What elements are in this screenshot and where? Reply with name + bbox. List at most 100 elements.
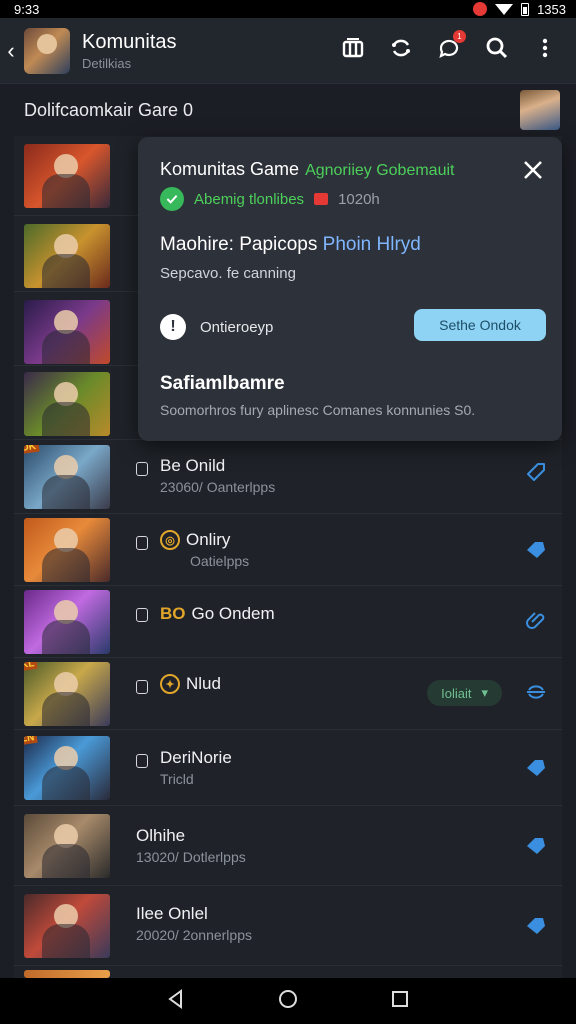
- popup-title: Komunitas Game Agnoriiey Gobemauit: [160, 159, 454, 180]
- back-arrow-icon[interactable]: ‹: [2, 38, 20, 64]
- list-item[interactable]: KL ✦ Nlud Ioliait ▾: [14, 658, 562, 730]
- status-time: 9:33: [14, 1, 40, 17]
- row-title: ✦ Nlud: [160, 674, 221, 694]
- popup-title-accent: Agnoriiey Gobemauit: [305, 162, 455, 179]
- game-thumbnail: [24, 144, 110, 208]
- status-icons: 1353: [473, 2, 566, 17]
- row-title: Be Onild: [160, 456, 226, 475]
- refresh-icon[interactable]: [388, 35, 414, 61]
- list-item[interactable]: ◎ Onliry Oatielpps: [14, 514, 562, 586]
- more-vert-icon[interactable]: [532, 35, 558, 61]
- attach-icon[interactable]: [524, 608, 548, 632]
- popup-info: ! Ontieroeyp: [160, 314, 273, 340]
- chat-badge: 1: [453, 30, 466, 43]
- row-text: ◎ Onliry Oatielpps: [160, 530, 249, 569]
- row-title: BO Go Ondem: [160, 604, 275, 624]
- list-item[interactable]: Olhihe 13020/ Dotlerlpps: [14, 806, 562, 886]
- popup-section-description: Soomorhros fury aplinesc Comanes konnuni…: [160, 402, 476, 418]
- popup-status: Abemig tlonlibes 1020h: [160, 187, 380, 211]
- row-checkbox[interactable]: [136, 754, 148, 768]
- row-subtitle: Tricld: [160, 771, 194, 787]
- row-title-text: Go Ondem: [191, 604, 275, 623]
- row-title: ◎ Onliry: [160, 530, 249, 550]
- heading-text: Maohire: Papicops: [160, 234, 318, 255]
- row-title-text: Onliry: [186, 530, 231, 549]
- thumbnail-tag: OK: [24, 445, 40, 455]
- status-count: 1020h: [338, 190, 380, 208]
- app-actions: 1: [340, 30, 558, 61]
- nav-recents-icon[interactable]: [389, 988, 411, 1015]
- game-thumbnail: [24, 814, 110, 878]
- section-title: Dolifcaomkair Gare 0: [24, 99, 194, 120]
- tag-filled-icon[interactable]: [524, 756, 548, 780]
- row-text: Be Onild 23060/ Oanterlpps: [160, 456, 275, 495]
- tag-filled-icon[interactable]: [524, 538, 548, 562]
- row-title: Olhihe: [136, 826, 186, 845]
- row-title: Ilee Onlel: [136, 904, 208, 923]
- row-title-text: Nlud: [186, 674, 221, 693]
- flag-icon: [314, 193, 329, 205]
- community-popup: Komunitas Game Agnoriiey Gobemauit Abemig…: [138, 137, 562, 441]
- popup-action-button[interactable]: Sethe Ondok: [414, 309, 546, 341]
- app-bar: ‹ Komunitas Detilkias 1: [0, 18, 576, 84]
- chat-icon[interactable]: 1: [436, 30, 466, 61]
- row-subtitle: 23060/ Oanterlpps: [160, 479, 276, 495]
- row-prefix: BO: [160, 604, 186, 623]
- row-text: ✦ Nlud: [160, 674, 221, 694]
- row-subtitle: Oatielpps: [190, 553, 250, 569]
- coin-icon: ✦: [160, 674, 180, 694]
- nav-home-icon[interactable]: [277, 988, 299, 1015]
- wifi-icon: [495, 3, 514, 15]
- system-nav-bar: [0, 978, 576, 1024]
- game-thumbnail: KL: [24, 662, 110, 726]
- section-avatar[interactable]: [520, 90, 560, 130]
- game-thumbnail: [24, 518, 110, 582]
- status-pill[interactable]: Ioliait ▾: [427, 680, 502, 706]
- row-text: Olhihe 13020/ Dotlerlpps: [136, 826, 246, 865]
- game-thumbnail: [24, 372, 110, 436]
- section-header: Dolifcaomkair Gare 0: [0, 84, 576, 136]
- list-item[interactable]: [14, 966, 562, 978]
- thumbnail-tag: ZN: [24, 736, 39, 746]
- list-item[interactable]: BO Go Ondem: [14, 586, 562, 658]
- nav-back-icon[interactable]: [165, 988, 187, 1015]
- list-item[interactable]: ZN DeriNorie Tricld: [14, 730, 562, 806]
- status-bar: 9:33 1353: [0, 0, 576, 18]
- row-text: DeriNorie Tricld: [160, 748, 232, 787]
- notification-dot-icon: [473, 2, 488, 16]
- list-item[interactable]: Ilee Onlel 20020/ 2onnerlpps: [14, 886, 562, 966]
- info-label: Ontieroeyp: [200, 318, 274, 336]
- row-subtitle: 20020/ 2onnerlpps: [136, 927, 252, 943]
- row-text: Ilee Onlel 20020/ 2onnerlpps: [136, 904, 252, 943]
- status-text: Abemig tlonlibes: [194, 190, 305, 208]
- community-avatar[interactable]: [24, 27, 70, 74]
- battery-icon: [521, 2, 530, 16]
- row-title: DeriNorie: [160, 748, 232, 767]
- check-circle-icon: [160, 187, 184, 211]
- search-icon[interactable]: [484, 35, 510, 61]
- app-subtitle: Detilkias: [82, 55, 132, 71]
- app-title: Komunitas: [82, 30, 177, 53]
- game-thumbnail: ZN: [24, 736, 110, 800]
- popup-description: Sepcavo. fe canning: [160, 265, 296, 282]
- row-text: BO Go Ondem: [160, 604, 275, 624]
- tag-filled-icon[interactable]: [524, 914, 548, 938]
- list-item[interactable]: OK Be Onild 23060/ Oanterlpps: [14, 440, 562, 514]
- game-thumbnail: [24, 300, 110, 364]
- row-checkbox[interactable]: [136, 608, 148, 622]
- sync-icon[interactable]: [524, 680, 548, 704]
- library-icon[interactable]: [340, 35, 366, 61]
- thumbnail-tag: KL: [24, 662, 39, 672]
- popup-title-text: Komunitas Game: [160, 159, 300, 179]
- info-icon: !: [160, 314, 186, 340]
- row-subtitle: 13020/ Dotlerlpps: [136, 849, 246, 865]
- tag-outline-icon[interactable]: [524, 460, 548, 484]
- status-clock: 1353: [537, 1, 566, 17]
- row-checkbox[interactable]: [136, 680, 148, 694]
- tag-filled-icon[interactable]: [524, 834, 548, 858]
- game-thumbnail: [24, 224, 110, 288]
- close-icon[interactable]: [520, 157, 546, 183]
- row-checkbox[interactable]: [136, 462, 148, 476]
- popup-heading: Maohire: Papicops Phoin Hlryd: [160, 234, 421, 256]
- row-checkbox[interactable]: [136, 536, 148, 550]
